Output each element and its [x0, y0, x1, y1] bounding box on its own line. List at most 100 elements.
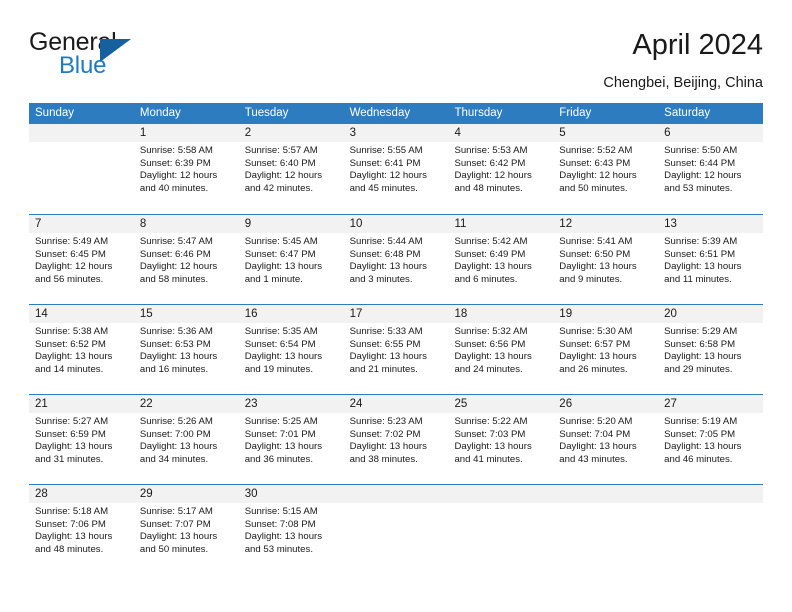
day-cell[interactable]: 29 Sunrise: 5:17 AM Sunset: 7:07 PM Dayl… [133, 485, 239, 574]
day-number: 25 [448, 395, 554, 413]
day-cell[interactable] [658, 485, 764, 574]
sunrise-text: Sunrise: 5:36 AM [139, 326, 213, 337]
day-details: Sunrise: 5:49 AM Sunset: 6:45 PM Dayligh… [29, 233, 134, 286]
daylight-text-line1: Daylight: 13 hours [35, 351, 113, 363]
day-details: Sunrise: 5:32 AM Sunset: 6:56 PM Dayligh… [448, 323, 553, 376]
week-row: 7 Sunrise: 5:49 AM Sunset: 6:45 PM Dayli… [29, 214, 764, 304]
daylight-text-line1: Daylight: 13 hours [244, 261, 323, 273]
sunrise-text: Sunrise: 5:19 AM [664, 416, 738, 427]
day-cell[interactable]: 2 Sunrise: 5:57 AM Sunset: 6:40 PM Dayli… [238, 124, 344, 214]
day-number: 21 [29, 395, 134, 413]
daylight-text-line1: Daylight: 13 hours [664, 351, 742, 363]
day-details: Sunrise: 5:58 AM Sunset: 6:39 PM Dayligh… [134, 142, 239, 195]
day-cell[interactable]: 10 Sunrise: 5:44 AM Sunset: 6:48 PM Dayl… [343, 215, 449, 304]
day-cell[interactable]: 11 Sunrise: 5:42 AM Sunset: 6:49 PM Dayl… [448, 215, 554, 304]
weekday-thursday: Thursday [454, 107, 503, 119]
day-cell[interactable]: 4 Sunrise: 5:53 AM Sunset: 6:42 PM Dayli… [448, 124, 554, 214]
day-cell[interactable]: 9 Sunrise: 5:45 AM Sunset: 6:47 PM Dayli… [238, 215, 344, 304]
sunrise-text: Sunrise: 5:49 AM [35, 236, 109, 247]
sunrise-text: Sunrise: 5:33 AM [349, 326, 423, 337]
daylight-text-line2: and 38 minutes. [349, 453, 418, 465]
day-cell[interactable]: 5 Sunrise: 5:52 AM Sunset: 6:43 PM Dayli… [553, 124, 659, 214]
daylight-text-line1: Daylight: 12 hours [664, 170, 742, 182]
sunrise-text: Sunrise: 5:47 AM [139, 236, 213, 247]
day-cell[interactable]: 21 Sunrise: 5:27 AM Sunset: 6:59 PM Dayl… [29, 395, 134, 484]
daylight-text-line1: Daylight: 12 hours [454, 170, 532, 182]
page-title: April 2024 [632, 29, 763, 61]
day-cell[interactable]: 1 Sunrise: 5:58 AM Sunset: 6:39 PM Dayli… [133, 124, 239, 214]
sunset-text: Sunset: 6:57 PM [559, 338, 631, 350]
sunset-text: Sunset: 6:43 PM [559, 157, 631, 169]
day-cell[interactable]: 23 Sunrise: 5:25 AM Sunset: 7:01 PM Dayl… [238, 395, 344, 484]
day-cell[interactable]: 3 Sunrise: 5:55 AM Sunset: 6:41 PM Dayli… [343, 124, 449, 214]
day-cell[interactable]: 16 Sunrise: 5:35 AM Sunset: 6:54 PM Dayl… [238, 305, 344, 394]
daylight-text-line1: Daylight: 12 hours [139, 170, 218, 182]
day-cell[interactable] [29, 124, 134, 214]
day-cell[interactable]: 6 Sunrise: 5:50 AM Sunset: 6:44 PM Dayli… [658, 124, 764, 214]
day-cell[interactable]: 19 Sunrise: 5:30 AM Sunset: 6:57 PM Dayl… [553, 305, 659, 394]
day-cell[interactable]: 27 Sunrise: 5:19 AM Sunset: 7:05 PM Dayl… [658, 395, 764, 484]
day-cell[interactable]: 20 Sunrise: 5:29 AM Sunset: 6:58 PM Dayl… [658, 305, 764, 394]
day-cell[interactable]: 28 Sunrise: 5:18 AM Sunset: 7:06 PM Dayl… [29, 485, 134, 574]
daylight-text-line2: and 41 minutes. [454, 453, 523, 465]
day-details [344, 503, 449, 506]
daylight-text-line2: and 53 minutes. [664, 182, 733, 194]
day-cell[interactable]: 8 Sunrise: 5:47 AM Sunset: 6:46 PM Dayli… [133, 215, 239, 304]
day-number [343, 485, 449, 503]
day-number: 23 [238, 395, 344, 413]
day-cell[interactable]: 17 Sunrise: 5:33 AM Sunset: 6:55 PM Dayl… [343, 305, 449, 394]
daylight-text-line2: and 14 minutes. [35, 363, 104, 375]
daylight-text-line2: and 53 minutes. [244, 543, 313, 555]
brand-name-blue: Blue [59, 52, 107, 79]
day-details: Sunrise: 5:57 AM Sunset: 6:40 PM Dayligh… [239, 142, 344, 195]
day-cell[interactable] [343, 485, 449, 574]
weekday-tuesday: Tuesday [244, 107, 289, 119]
title-block: April 2024 Chengbei, Beijing, China [603, 28, 763, 93]
day-details: Sunrise: 5:29 AM Sunset: 6:58 PM Dayligh… [658, 323, 763, 376]
sunrise-text: Sunrise: 5:45 AM [244, 236, 318, 247]
day-details: Sunrise: 5:36 AM Sunset: 6:53 PM Dayligh… [134, 323, 239, 376]
day-cell[interactable]: 15 Sunrise: 5:36 AM Sunset: 6:53 PM Dayl… [133, 305, 239, 394]
day-number: 10 [343, 215, 449, 233]
day-cell[interactable]: 7 Sunrise: 5:49 AM Sunset: 6:45 PM Dayli… [29, 215, 134, 304]
daylight-text-line1: Daylight: 13 hours [664, 441, 742, 453]
sunrise-text: Sunrise: 5:35 AM [244, 326, 318, 337]
weekday-wednesday: Wednesday [349, 107, 411, 119]
day-details: Sunrise: 5:23 AM Sunset: 7:02 PM Dayligh… [344, 413, 449, 466]
day-cell[interactable]: 30 Sunrise: 5:15 AM Sunset: 7:08 PM Dayl… [238, 485, 344, 574]
day-cell[interactable]: 18 Sunrise: 5:32 AM Sunset: 6:56 PM Dayl… [448, 305, 554, 394]
day-details: Sunrise: 5:27 AM Sunset: 6:59 PM Dayligh… [29, 413, 134, 466]
day-number [448, 485, 554, 503]
sunset-text: Sunset: 7:07 PM [139, 518, 211, 530]
daylight-text-line2: and 40 minutes. [139, 182, 209, 194]
day-details: Sunrise: 5:45 AM Sunset: 6:47 PM Dayligh… [239, 233, 344, 286]
daylight-text-line2: and 24 minutes. [454, 363, 523, 375]
day-cell[interactable]: 24 Sunrise: 5:23 AM Sunset: 7:02 PM Dayl… [343, 395, 449, 484]
day-details [658, 503, 763, 506]
daylight-text-line2: and 48 minutes. [35, 543, 104, 555]
day-cell[interactable]: 13 Sunrise: 5:39 AM Sunset: 6:51 PM Dayl… [658, 215, 764, 304]
day-number: 12 [553, 215, 659, 233]
day-cell[interactable] [448, 485, 554, 574]
day-cell[interactable] [553, 485, 659, 574]
day-cell[interactable]: 26 Sunrise: 5:20 AM Sunset: 7:04 PM Dayl… [553, 395, 659, 484]
day-details [448, 503, 553, 506]
day-cell[interactable]: 12 Sunrise: 5:41 AM Sunset: 6:50 PM Dayl… [553, 215, 659, 304]
day-details [29, 142, 134, 145]
calendar-page: General Blue April 2024 Chengbei, Beijin… [0, 0, 792, 612]
sunrise-text: Sunrise: 5:44 AM [349, 236, 423, 247]
day-details: Sunrise: 5:17 AM Sunset: 7:07 PM Dayligh… [134, 503, 239, 556]
brand-logo[interactable]: General Blue [29, 28, 229, 84]
day-cell[interactable]: 22 Sunrise: 5:26 AM Sunset: 7:00 PM Dayl… [133, 395, 239, 484]
daylight-text-line1: Daylight: 12 hours [244, 170, 323, 182]
day-number: 7 [29, 215, 134, 233]
sunrise-text: Sunrise: 5:42 AM [454, 236, 528, 247]
sunset-text: Sunset: 6:42 PM [454, 157, 526, 169]
sunset-text: Sunset: 6:56 PM [454, 338, 526, 350]
day-cell[interactable]: 25 Sunrise: 5:22 AM Sunset: 7:03 PM Dayl… [448, 395, 554, 484]
daylight-text-line1: Daylight: 13 hours [349, 261, 427, 273]
day-cell[interactable]: 14 Sunrise: 5:38 AM Sunset: 6:52 PM Dayl… [29, 305, 134, 394]
sunset-text: Sunset: 6:39 PM [139, 157, 211, 169]
day-number [553, 485, 659, 503]
daylight-text-line2: and 31 minutes. [35, 453, 104, 465]
